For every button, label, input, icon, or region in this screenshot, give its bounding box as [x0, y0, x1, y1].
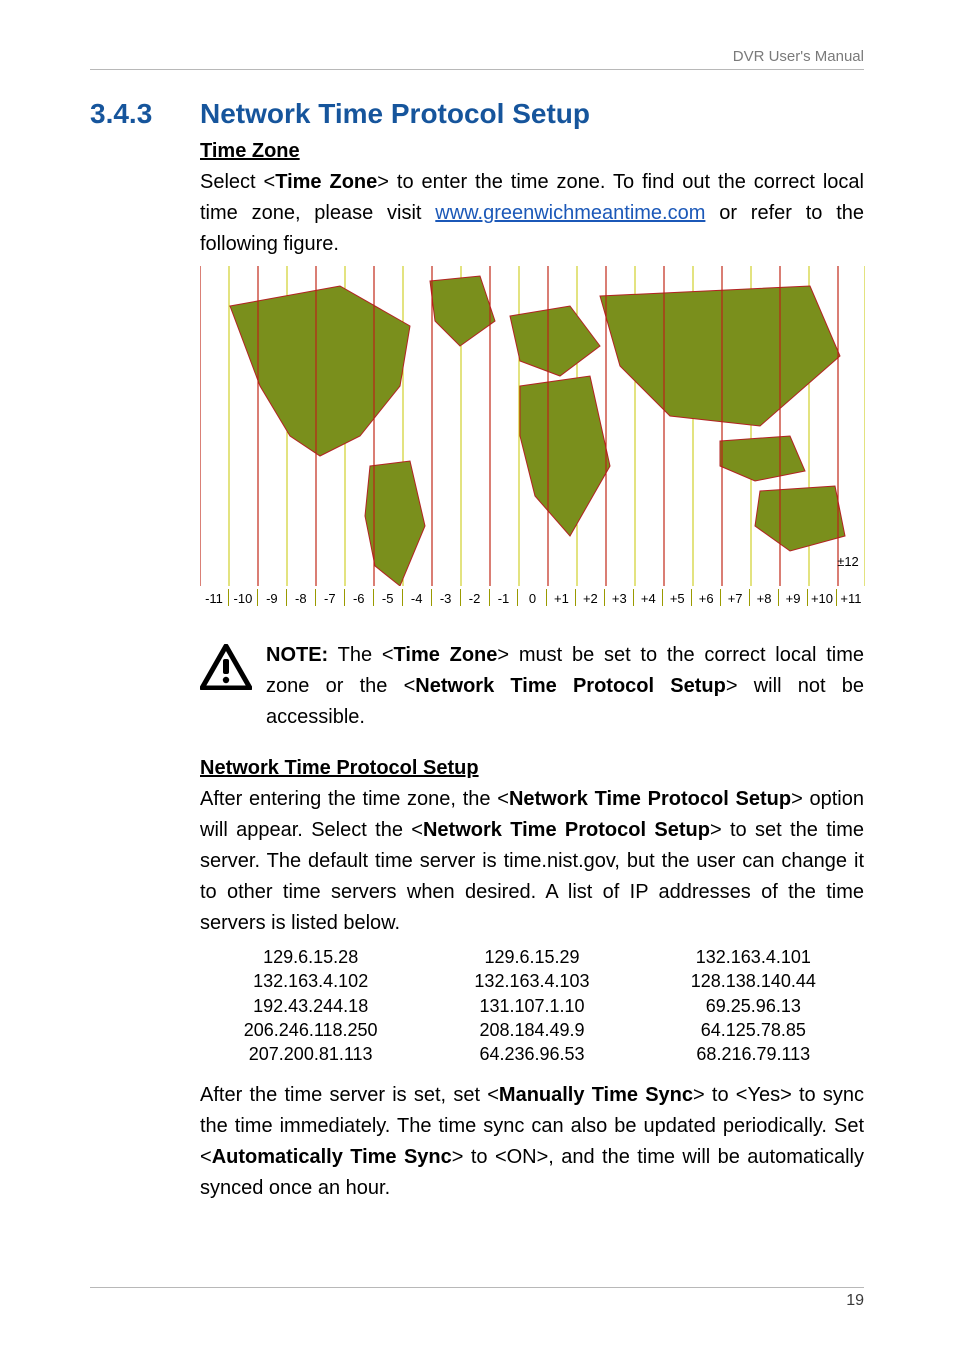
ip-col-1: 129.6.15.28 132.163.4.102 192.43.244.18 … — [200, 945, 421, 1066]
note-label: NOTE: — [266, 644, 328, 666]
ip-cell: 128.138.140.44 — [643, 969, 864, 993]
ip-table: 129.6.15.28 132.163.4.102 192.43.244.18 … — [200, 945, 864, 1066]
ip-cell: 208.184.49.9 — [421, 1018, 642, 1042]
timezone-subheading: Time Zone — [200, 140, 864, 163]
text-bold: Automatically Time Sync — [212, 1146, 452, 1168]
timezone-paragraph: Select <Time Zone> to enter the time zon… — [200, 167, 864, 260]
text: After the time server is set, set < — [200, 1084, 499, 1106]
timezone-map: ±12 -11 -10 -9 -8 -7 -6 -5 -4 -3 -2 -1 0… — [200, 266, 865, 612]
warning-icon — [200, 644, 252, 690]
ip-cell: 132.163.4.101 — [643, 945, 864, 969]
section-heading: 3.4.3 Network Time Protocol Setup — [90, 98, 864, 130]
header-right-text: DVR User's Manual — [733, 48, 864, 65]
ntp-paragraph-1: After entering the time zone, the <Netwo… — [200, 784, 864, 939]
gmt-link[interactable]: www.greenwichmeantime.com — [435, 202, 705, 224]
text-bold: Network Time Protocol Setup — [423, 819, 710, 841]
ip-cell: 64.236.96.53 — [421, 1042, 642, 1066]
note-text: NOTE: The <Time Zone> must be set to the… — [266, 640, 864, 733]
ip-cell: 68.216.79.113 — [643, 1042, 864, 1066]
ip-cell: 131.107.1.10 — [421, 994, 642, 1018]
timezone-map-svg: ±12 — [200, 266, 865, 612]
text: After entering the time zone, the < — [200, 788, 509, 810]
ip-cell: 132.163.4.103 — [421, 969, 642, 993]
ip-cell: 207.200.81.113 — [200, 1042, 421, 1066]
page-number: 19 — [846, 1292, 864, 1309]
ip-col-2: 129.6.15.29 132.163.4.103 131.107.1.10 2… — [421, 945, 642, 1066]
text-bold: Network Time Protocol Setup — [509, 788, 791, 810]
section-number: 3.4.3 — [90, 98, 200, 130]
page-footer: 19 — [90, 1287, 864, 1310]
text-bold: Manually Time Sync — [499, 1084, 693, 1106]
ntp-subheading: Network Time Protocol Setup — [200, 757, 864, 780]
text-bold: Network Time Protocol Setup — [415, 675, 726, 697]
ip-col-3: 132.163.4.101 128.138.140.44 69.25.96.13… — [643, 945, 864, 1066]
text-bold: Time Zone — [394, 644, 498, 666]
ip-cell: 132.163.4.102 — [200, 969, 421, 993]
page-header: DVR User's Manual — [90, 48, 864, 70]
section-title: Network Time Protocol Setup — [200, 98, 590, 130]
note-block: NOTE: The <Time Zone> must be set to the… — [200, 640, 864, 733]
ip-cell: 129.6.15.29 — [421, 945, 642, 969]
ip-cell: 129.6.15.28 — [200, 945, 421, 969]
ntp-paragraph-2: After the time server is set, set <Manua… — [200, 1080, 864, 1204]
ip-cell: 69.25.96.13 — [643, 994, 864, 1018]
text: The < — [328, 644, 393, 666]
text-bold: Time Zone — [275, 171, 377, 193]
ip-cell: 206.246.118.250 — [200, 1018, 421, 1042]
ip-cell: 64.125.78.85 — [643, 1018, 864, 1042]
ip-cell: 192.43.244.18 — [200, 994, 421, 1018]
text: Select < — [200, 171, 275, 193]
tz-extra-tick: ±12 — [837, 554, 859, 569]
